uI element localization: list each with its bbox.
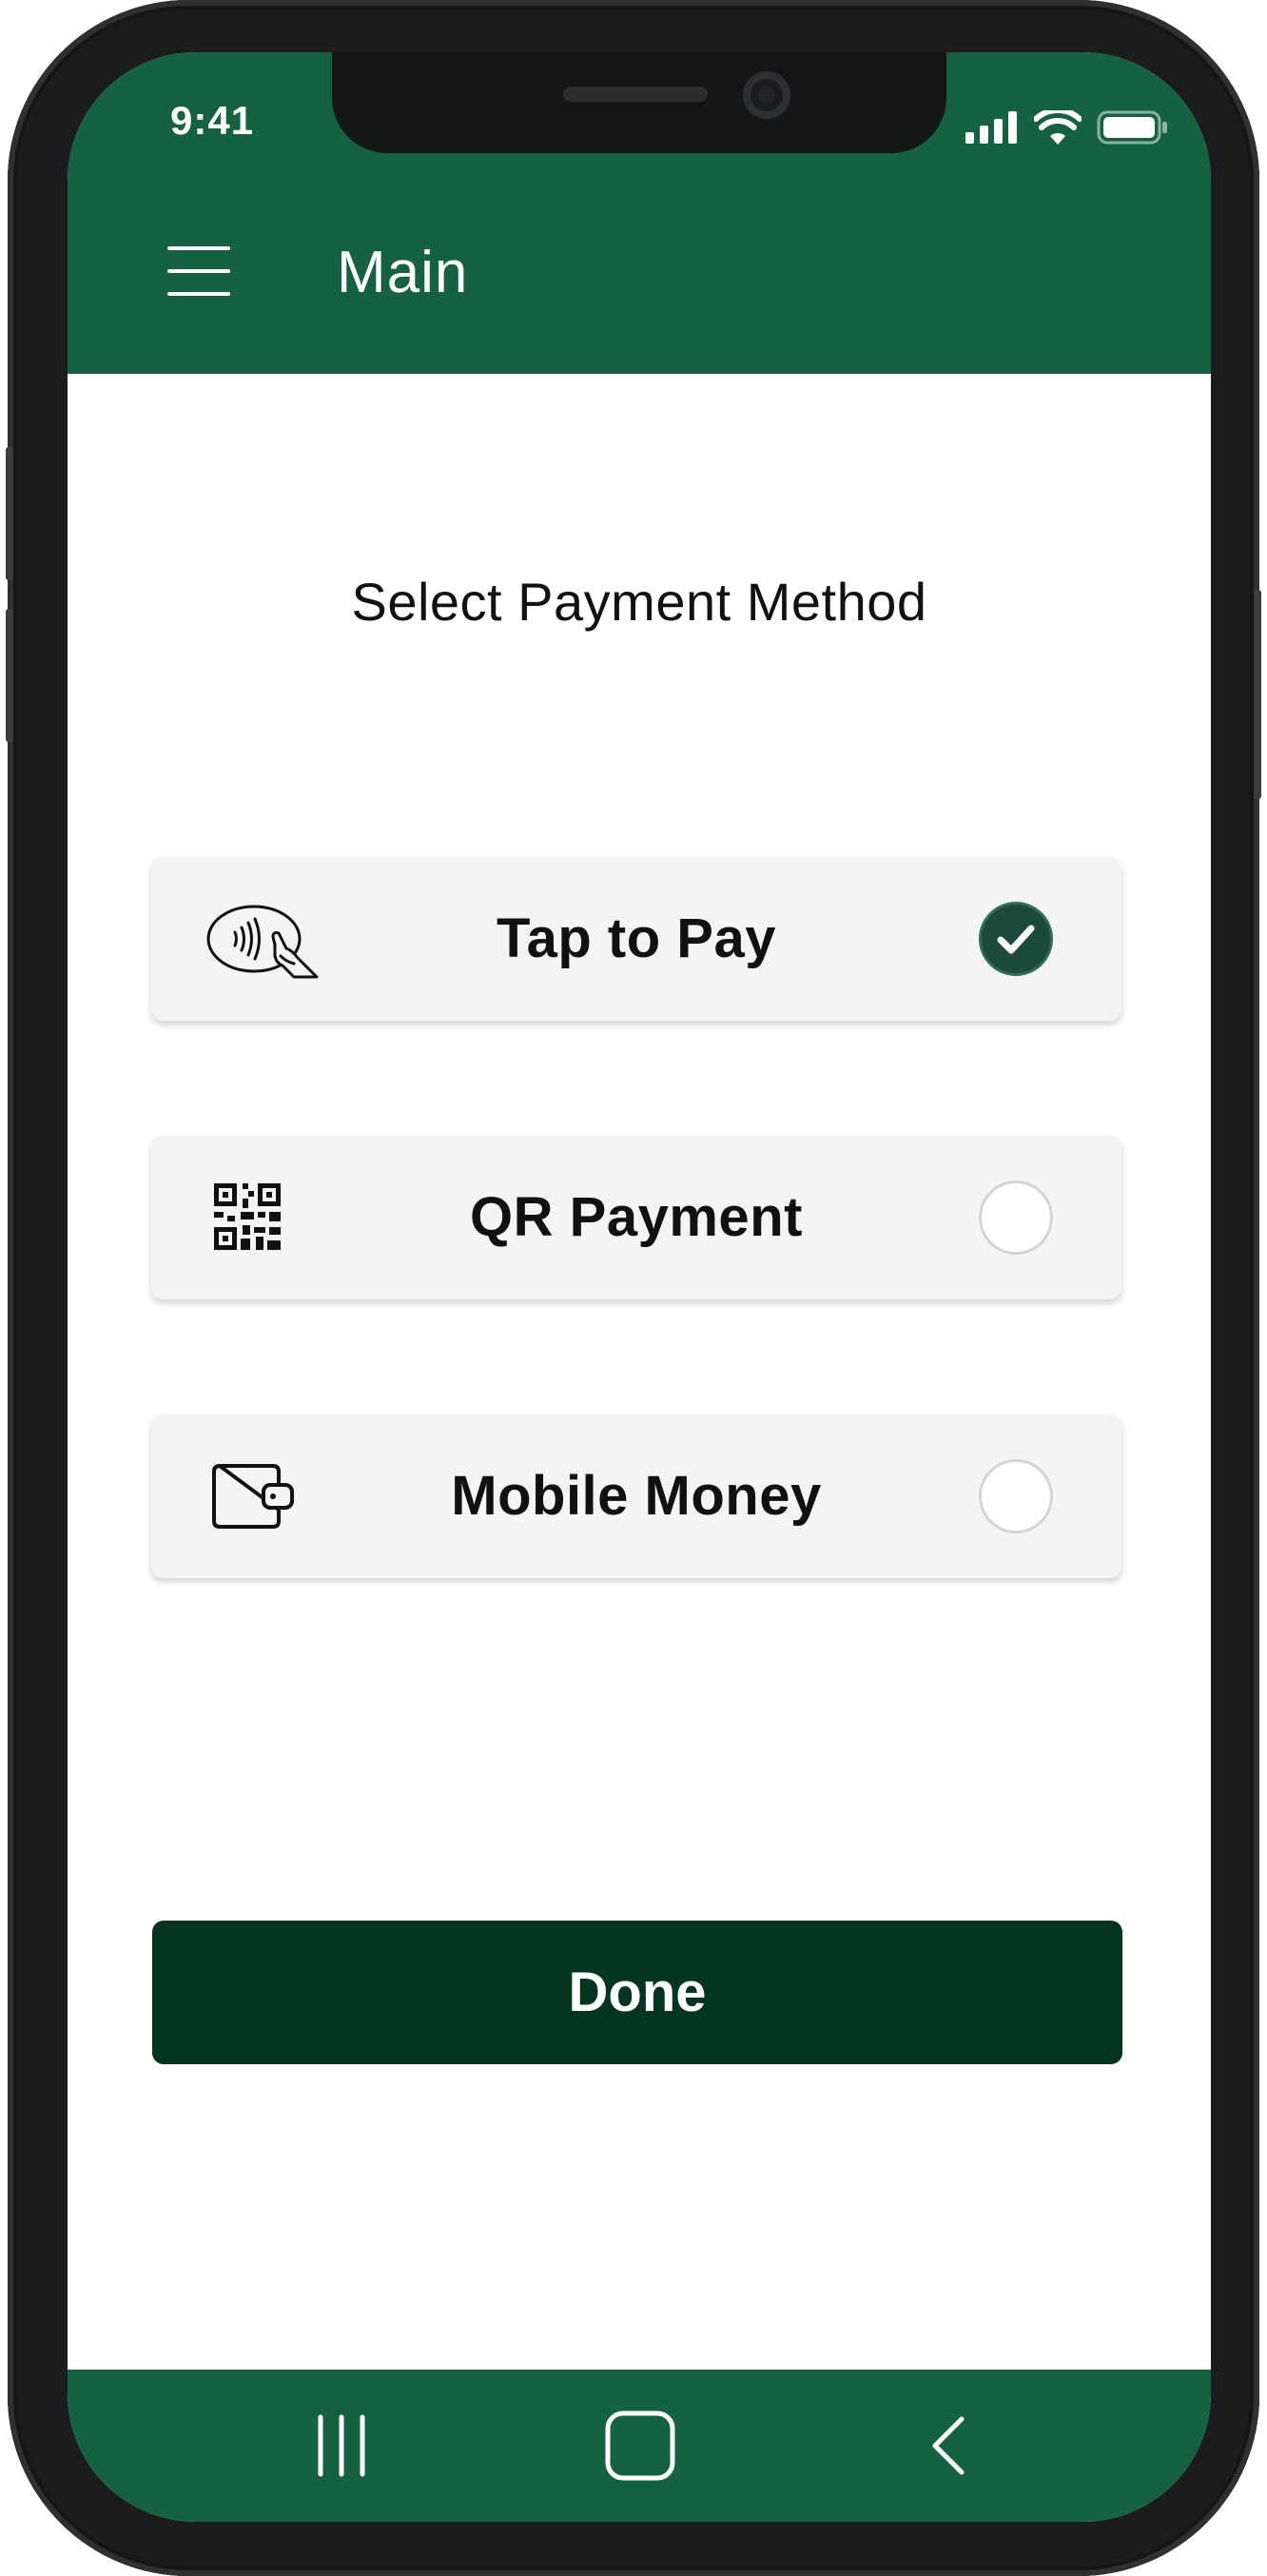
hamburger-line-icon — [167, 269, 230, 273]
recent-apps-button[interactable] — [275, 2370, 408, 2522]
option-label: QR Payment — [470, 1186, 803, 1248]
power-button — [1254, 590, 1261, 799]
home-button[interactable] — [574, 2370, 707, 2522]
radio-unselected[interactable] — [979, 1181, 1053, 1255]
battery-icon — [1097, 110, 1167, 145]
checkmark-icon — [997, 925, 1035, 954]
volume-up-button — [6, 447, 13, 580]
option-label: Tap to Pay — [497, 907, 776, 969]
hamburger-line-icon — [167, 246, 230, 250]
payment-option-tap-to-pay[interactable]: Tap to Pay — [151, 857, 1121, 1021]
payment-option-mobile-money[interactable]: Mobile Money — [151, 1415, 1121, 1578]
payment-option-qr-payment[interactable]: QR Payment — [151, 1136, 1121, 1299]
back-chevron-icon — [932, 2416, 965, 2475]
menu-button[interactable] — [167, 246, 230, 296]
phone-frame: 9:41 Main Select Payment Method Tap to P… — [6, 0, 1261, 2576]
app-bar-title: Main — [337, 240, 469, 305]
earpiece-speaker — [563, 87, 708, 102]
radio-unselected[interactable] — [979, 1459, 1053, 1533]
back-button[interactable] — [886, 2370, 1019, 2522]
wifi-icon — [1034, 110, 1082, 145]
status-time: 9:41 — [170, 98, 255, 143]
page-title: Select Payment Method — [351, 572, 927, 632]
volume-down-button — [6, 609, 13, 742]
home-icon — [605, 2410, 675, 2481]
hamburger-line-icon — [167, 292, 230, 296]
status-icons — [965, 107, 1169, 147]
screen: 9:41 Main Select Payment Method Tap to P… — [68, 52, 1211, 2522]
option-label: Mobile Money — [451, 1465, 822, 1527]
system-nav-bar — [68, 2370, 1211, 2522]
notch — [332, 52, 946, 153]
recent-apps-icon — [318, 2414, 365, 2477]
front-camera — [743, 71, 790, 119]
done-button[interactable]: Done — [152, 1921, 1122, 2064]
cellular-signal-icon — [965, 111, 1017, 144]
radio-selected[interactable] — [979, 902, 1053, 976]
